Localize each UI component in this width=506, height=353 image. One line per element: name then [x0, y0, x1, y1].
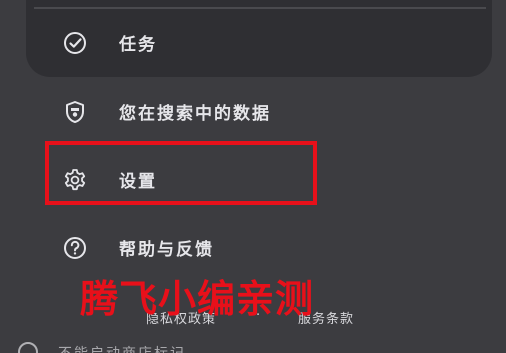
menu-item-label: 任务 [119, 35, 157, 55]
circle-icon [18, 342, 38, 353]
top-divider [34, 7, 486, 9]
menu-item-label: 设置 [119, 172, 157, 192]
privacy-policy-link[interactable]: 隐私权政策 [146, 308, 216, 327]
check-circle-icon [61, 29, 89, 57]
menu-sheet: 任务 您在搜索中的数据 设置 帮助与反馈 隐私权政策 · 服务条款 腾飞小编亲测 [0, 0, 506, 353]
menu-item-settings[interactable]: 设置 [0, 152, 506, 208]
menu-item-help-feedback[interactable]: 帮助与反馈 [0, 220, 506, 276]
menu-item-search-data[interactable]: 您在搜索中的数据 [0, 84, 506, 140]
menu-item-label: 帮助与反馈 [119, 240, 214, 260]
footer-links: 隐私权政策 · 服务条款 [0, 300, 506, 330]
menu-item-label: 您在搜索中的数据 [119, 104, 271, 124]
footer-separator: · [256, 308, 261, 323]
terms-of-service-link[interactable]: 服务条款 [298, 308, 354, 327]
cut-off-list-item[interactable]: 不能启动商店标记 [0, 342, 506, 353]
gear-icon [61, 166, 89, 194]
cut-off-item-label: 不能启动商店标记 [58, 343, 186, 353]
help-circle-icon [61, 234, 89, 262]
menu-item-tasks[interactable]: 任务 [0, 15, 506, 71]
shield-icon [61, 98, 89, 126]
